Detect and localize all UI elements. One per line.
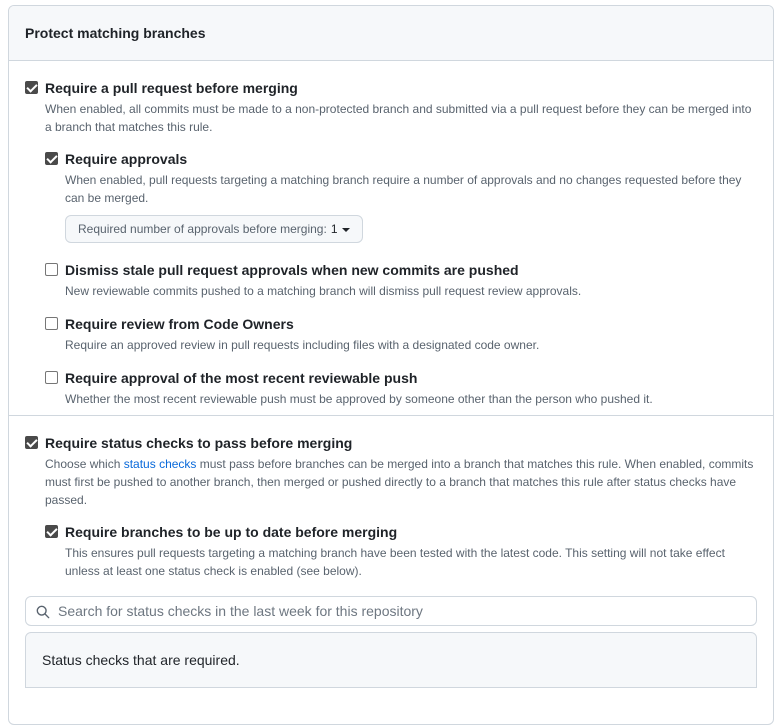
status-check-search-input[interactable]: Search for status checks in the last wee… — [25, 596, 757, 626]
require-approvals-label: Require approvals — [65, 151, 188, 167]
status-checks-desc: Choose which status checks must pass bef… — [45, 455, 757, 509]
status-checks-checkbox[interactable] — [25, 436, 38, 449]
require-pull-request-desc: When enabled, all commits must be made t… — [45, 102, 752, 134]
require-approvals-checkbox[interactable] — [45, 152, 58, 165]
up-to-date-label: Require branches to be up to date before… — [65, 524, 398, 540]
caret-down-icon — [341, 228, 350, 232]
pull-request-section: Require a pull request before merging Wh… — [9, 61, 773, 416]
panel-title: Protect matching branches — [9, 6, 773, 61]
approvals-dropdown-value: 1 — [330, 222, 338, 236]
status-checks-link[interactable]: status checks — [124, 457, 197, 471]
required-status-checks-label: Status checks that are required. — [42, 652, 240, 668]
protect-branches-panel: Protect matching branches Require a pull… — [8, 5, 774, 725]
dismiss-stale-label: Dismiss stale pull request approvals whe… — [65, 262, 519, 278]
dismiss-stale-option: Dismiss stale pull request approvals whe… — [45, 261, 757, 300]
require-approvals-option: Require approvals When enabled, pull req… — [45, 150, 757, 243]
recent-push-checkbox[interactable] — [45, 371, 58, 384]
require-pull-request-checkbox[interactable] — [25, 81, 38, 94]
up-to-date-option: Require branches to be up to date before… — [45, 523, 757, 580]
code-owners-option: Require review from Code Owners Require … — [45, 315, 757, 354]
status-checks-desc-before: Choose which — [45, 457, 124, 471]
approvals-count-dropdown[interactable]: Required number of approvals before merg… — [65, 215, 363, 243]
status-checks-option: Require status checks to pass before mer… — [25, 434, 757, 509]
recent-push-label: Require approval of the most recent revi… — [65, 370, 418, 386]
status-checks-section: Require status checks to pass before mer… — [9, 416, 773, 688]
require-pull-request-label: Require a pull request before merging — [45, 80, 298, 96]
recent-push-option: Require approval of the most recent revi… — [45, 369, 757, 408]
code-owners-label: Require review from Code Owners — [65, 316, 294, 332]
up-to-date-desc: This ensures pull requests targeting a m… — [65, 546, 725, 578]
approvals-dropdown-label: Required number of approvals before merg… — [78, 222, 327, 236]
require-approvals-desc: When enabled, pull requests targeting a … — [65, 173, 742, 205]
search-icon — [36, 605, 50, 619]
dismiss-stale-checkbox[interactable] — [45, 263, 58, 276]
require-pull-request-option: Require a pull request before merging Wh… — [25, 79, 757, 136]
up-to-date-checkbox[interactable] — [45, 525, 58, 538]
code-owners-checkbox[interactable] — [45, 317, 58, 330]
search-placeholder: Search for status checks in the last wee… — [58, 603, 423, 619]
code-owners-desc: Require an approved review in pull reque… — [65, 338, 540, 352]
recent-push-desc: Whether the most recent reviewable push … — [65, 392, 653, 406]
required-status-checks-box: Status checks that are required. — [25, 632, 757, 688]
dismiss-stale-desc: New reviewable commits pushed to a match… — [65, 284, 582, 298]
status-checks-label: Require status checks to pass before mer… — [45, 435, 353, 451]
